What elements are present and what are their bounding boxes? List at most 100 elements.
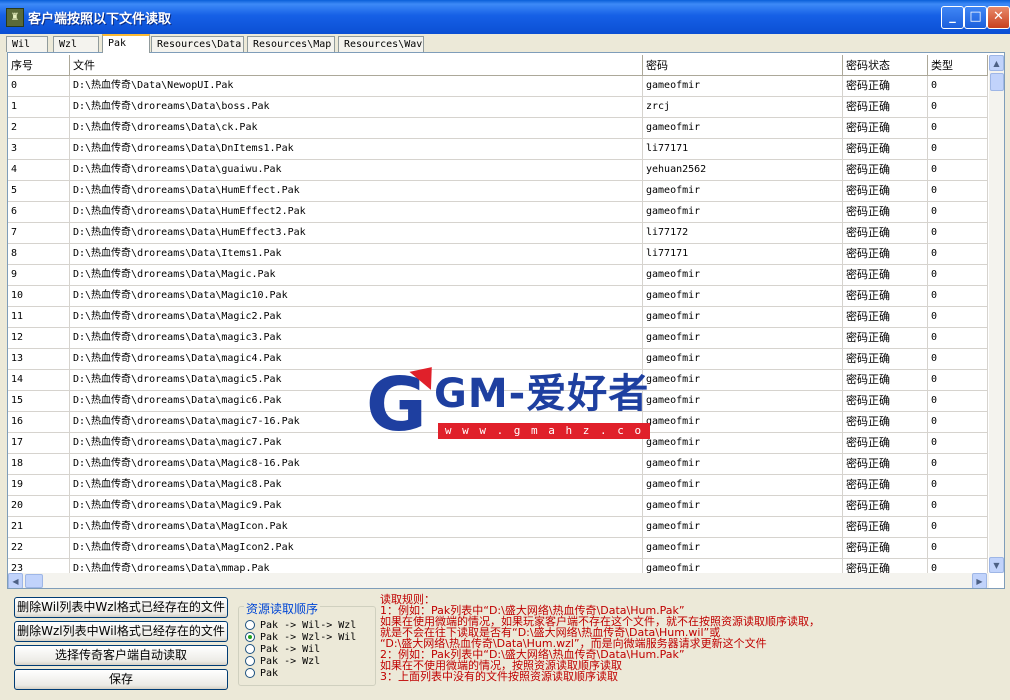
cell-status[interactable]: 密码正确	[843, 370, 928, 391]
cell-no[interactable]: 11	[8, 307, 70, 328]
cell-file[interactable]: D:\热血传奇\droreams\Data\MagIcon.Pak	[70, 517, 643, 538]
close-button[interactable]: ✕	[987, 6, 1010, 29]
cell-no[interactable]: 13	[8, 349, 70, 370]
cell-status[interactable]: 密码正确	[843, 538, 928, 559]
cell-password[interactable]: gameofmir	[643, 433, 843, 454]
cell-password[interactable]: gameofmir	[643, 76, 843, 97]
cell-no[interactable]: 4	[8, 160, 70, 181]
cell-type[interactable]: 0	[928, 328, 988, 349]
cell-type[interactable]: 0	[928, 97, 988, 118]
cell-password[interactable]: gameofmir	[643, 181, 843, 202]
cell-type[interactable]: 0	[928, 202, 988, 223]
cell-no[interactable]: 9	[8, 265, 70, 286]
table-row[interactable]: 4 D:\热血传奇\droreams\Data\guaiwu.Pak yehuan2…	[8, 160, 988, 181]
table-row[interactable]: 21 D:\热血传奇\droreams\Data\MagIcon.Pak gameo…	[8, 517, 988, 538]
cell-password[interactable]: gameofmir	[643, 328, 843, 349]
cell-file[interactable]: D:\热血传奇\droreams\Data\guaiwu.Pak	[70, 160, 643, 181]
tab-resources-data[interactable]: Resources\Data	[151, 36, 244, 52]
cell-type[interactable]: 0	[928, 160, 988, 181]
cell-password[interactable]: li77171	[643, 139, 843, 160]
table-row[interactable]: 10 D:\热血传奇\droreams\Data\Magic10.Pak gameo…	[8, 286, 988, 307]
cell-password[interactable]: zrcj	[643, 97, 843, 118]
cell-no[interactable]: 8	[8, 244, 70, 265]
cell-file[interactable]: D:\热血传奇\Data\NewopUI.Pak	[70, 76, 643, 97]
cell-type[interactable]: 0	[928, 349, 988, 370]
cell-file[interactable]: D:\热血传奇\droreams\Data\MagIcon2.Pak	[70, 538, 643, 559]
minimize-button[interactable]: _	[941, 6, 964, 29]
cell-no[interactable]: 2	[8, 118, 70, 139]
cell-password[interactable]: gameofmir	[643, 370, 843, 391]
table-row[interactable]: 9 D:\热血传奇\droreams\Data\Magic.Pak gameofmi…	[8, 265, 988, 286]
scroll-right-button[interactable]: ▶	[972, 573, 987, 588]
cell-file[interactable]: D:\热血传奇\droreams\Data\Magic8.Pak	[70, 475, 643, 496]
cell-file[interactable]: D:\热血传奇\droreams\Data\magic3.Pak	[70, 328, 643, 349]
cell-status[interactable]: 密码正确	[843, 181, 928, 202]
cell-no[interactable]: 17	[8, 433, 70, 454]
cell-status[interactable]: 密码正确	[843, 223, 928, 244]
cell-status[interactable]: 密码正确	[843, 475, 928, 496]
tab-resources-wav[interactable]: Resources\Wav	[338, 36, 424, 52]
table-row[interactable]: 8 D:\热血传奇\droreams\Data\Items1.Pak li77171…	[8, 244, 988, 265]
cell-no[interactable]: 21	[8, 517, 70, 538]
cell-status[interactable]: 密码正确	[843, 307, 928, 328]
cell-no[interactable]: 5	[8, 181, 70, 202]
column-header-type[interactable]: 类型	[928, 55, 988, 76]
cell-status[interactable]: 密码正确	[843, 244, 928, 265]
maximize-button[interactable]: □	[964, 6, 987, 29]
cell-status[interactable]: 密码正确	[843, 160, 928, 181]
cell-type[interactable]: 0	[928, 76, 988, 97]
horizontal-scrollbar[interactable]: ◀ ▶	[8, 573, 989, 588]
delete-wil-duplicates-button[interactable]: 删除Wil列表中Wzl格式已经存在的文件	[14, 597, 228, 618]
cell-file[interactable]: D:\热血传奇\droreams\Data\Magic.Pak	[70, 265, 643, 286]
cell-type[interactable]: 0	[928, 265, 988, 286]
horizontal-scroll-thumb[interactable]	[25, 574, 43, 588]
cell-type[interactable]: 0	[928, 433, 988, 454]
cell-file[interactable]: D:\热血传奇\droreams\Data\Magic9.Pak	[70, 496, 643, 517]
cell-password[interactable]: yehuan2562	[643, 160, 843, 181]
scroll-down-button[interactable]: ▼	[989, 557, 1004, 573]
cell-no[interactable]: 22	[8, 538, 70, 559]
cell-no[interactable]: 10	[8, 286, 70, 307]
radio-circle-icon[interactable]	[245, 620, 255, 630]
cell-status[interactable]: 密码正确	[843, 118, 928, 139]
cell-no[interactable]: 3	[8, 139, 70, 160]
tab-pak[interactable]: Pak	[102, 34, 150, 53]
table-row[interactable]: 12 D:\热血传奇\droreams\Data\magic3.Pak gameof…	[8, 328, 988, 349]
cell-status[interactable]: 密码正确	[843, 433, 928, 454]
cell-file[interactable]: D:\热血传奇\droreams\Data\boss.Pak	[70, 97, 643, 118]
cell-type[interactable]: 0	[928, 286, 988, 307]
cell-type[interactable]: 0	[928, 517, 988, 538]
cell-file[interactable]: D:\热血传奇\droreams\Data\ck.Pak	[70, 118, 643, 139]
table-row[interactable]: 11 D:\热血传奇\droreams\Data\Magic2.Pak gameof…	[8, 307, 988, 328]
cell-type[interactable]: 0	[928, 454, 988, 475]
cell-password[interactable]: gameofmir	[643, 307, 843, 328]
cell-type[interactable]: 0	[928, 370, 988, 391]
cell-no[interactable]: 7	[8, 223, 70, 244]
table-row[interactable]: 2 D:\热血传奇\droreams\Data\ck.Pak gameofmir 密码…	[8, 118, 988, 139]
cell-status[interactable]: 密码正确	[843, 496, 928, 517]
cell-file[interactable]: D:\热血传奇\droreams\Data\Items1.Pak	[70, 244, 643, 265]
cell-password[interactable]: gameofmir	[643, 517, 843, 538]
cell-type[interactable]: 0	[928, 538, 988, 559]
cell-status[interactable]: 密码正确	[843, 412, 928, 433]
vertical-scroll-thumb[interactable]	[990, 73, 1004, 91]
radio-circle-icon[interactable]	[245, 668, 255, 678]
table-row[interactable]: 22 D:\热血传奇\droreams\Data\MagIcon2.Pak game…	[8, 538, 988, 559]
cell-type[interactable]: 0	[928, 496, 988, 517]
save-button[interactable]: 保存	[14, 669, 228, 690]
cell-type[interactable]: 0	[928, 475, 988, 496]
radio-circle-icon[interactable]	[245, 632, 255, 642]
scroll-up-button[interactable]: ▲	[989, 55, 1004, 71]
cell-file[interactable]: D:\热血传奇\droreams\Data\HumEffect2.Pak	[70, 202, 643, 223]
cell-password[interactable]: gameofmir	[643, 349, 843, 370]
cell-type[interactable]: 0	[928, 139, 988, 160]
tab-wzl[interactable]: Wzl	[53, 36, 99, 52]
cell-status[interactable]: 密码正确	[843, 328, 928, 349]
cell-status[interactable]: 密码正确	[843, 265, 928, 286]
cell-type[interactable]: 0	[928, 118, 988, 139]
delete-wzl-duplicates-button[interactable]: 删除Wzl列表中Wil格式已经存在的文件	[14, 621, 228, 642]
radio-circle-icon[interactable]	[245, 656, 255, 666]
cell-password[interactable]: gameofmir	[643, 538, 843, 559]
column-header-status[interactable]: 密码状态	[843, 55, 928, 76]
cell-file[interactable]: D:\热血传奇\droreams\Data\HumEffect.Pak	[70, 181, 643, 202]
